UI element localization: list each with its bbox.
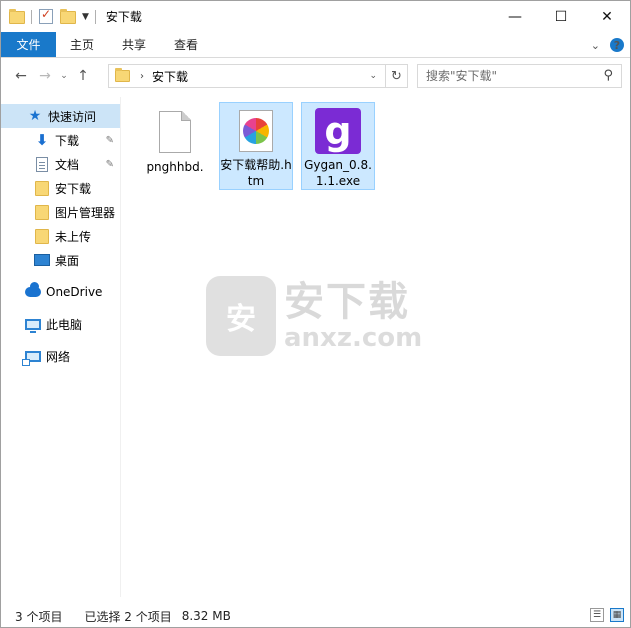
sidebar-item-label: 未上传 xyxy=(55,229,92,244)
ribbon-right-controls: ⌄ ? xyxy=(591,32,624,58)
quick-access-toolbar: ▼ 安下载 xyxy=(1,1,142,32)
folder-icon[interactable] xyxy=(9,8,25,25)
file-item-gygan-exe[interactable]: g Gygan_0.8.1.1.exe xyxy=(301,102,375,190)
sidebar-item-label: 文档 xyxy=(55,157,80,172)
sidebar-item-anxiazai[interactable]: 安下载 xyxy=(1,176,120,200)
sidebar-item-downloads[interactable]: ⬇ 下载 ✎ xyxy=(1,128,120,152)
pin-icon[interactable]: ✎ xyxy=(106,159,114,170)
sidebar-item-label: OneDrive xyxy=(46,285,103,299)
window-controls: — ☐ ✕ xyxy=(492,1,630,32)
large-icons-view-icon[interactable]: ▦ xyxy=(610,608,624,622)
address-bar[interactable]: › 安下载 ⌄ xyxy=(108,64,408,88)
navigation-pane: ★ 快速访问 ⬇ 下载 ✎ 文档 ✎ 安下载 图片管理器 未上传 桌面 OneD… xyxy=(1,97,121,597)
item-count: 3 个项目 xyxy=(15,609,63,624)
pin-icon[interactable]: ✎ xyxy=(106,135,114,146)
sidebar-item-label: 图片管理器 xyxy=(55,205,116,220)
folder-icon xyxy=(115,68,130,82)
watermark-text: 安下载 anxz.com xyxy=(284,280,422,352)
help-icon[interactable]: ? xyxy=(610,38,624,52)
up-button[interactable]: ↑ xyxy=(71,64,95,88)
folder-icon xyxy=(34,180,50,196)
status-bar: 3 个项目 已选择 2 个项目 8.32 MB ☰ ▦ xyxy=(1,604,630,628)
sidebar-item-label: 快速访问 xyxy=(48,109,97,124)
desktop-icon xyxy=(34,252,50,268)
search-box[interactable]: ⚲ xyxy=(417,64,622,88)
toolbar-divider xyxy=(31,9,32,24)
maximize-button[interactable]: ☐ xyxy=(538,1,584,32)
tab-home[interactable]: 主页 xyxy=(56,32,108,57)
download-arrow-icon: ⬇ xyxy=(35,131,49,149)
file-name: 安下载帮助.htm xyxy=(220,158,292,188)
breadcrumb-current[interactable]: 安下载 xyxy=(152,68,188,85)
selected-size: 8.32 MB xyxy=(181,609,231,623)
back-button[interactable]: ← xyxy=(9,64,33,88)
watermark-cn: 安下载 xyxy=(284,279,410,325)
folder-icon xyxy=(34,204,50,220)
star-icon: ★ xyxy=(28,108,42,124)
gygan-exe-icon: g xyxy=(314,108,362,154)
sidebar-item-documents[interactable]: 文档 ✎ xyxy=(1,152,120,176)
expand-ribbon-chevron-icon[interactable]: ⌄ xyxy=(591,39,600,52)
customize-toolbar-dropdown-icon[interactable]: ▼ xyxy=(82,12,89,22)
view-switcher: ☰ ▦ xyxy=(590,608,624,622)
recent-locations-dropdown[interactable]: ⌄ xyxy=(57,64,71,88)
file-item-help-htm[interactable]: 安下载帮助.htm xyxy=(219,102,293,190)
address-row: ← → ⌄ ↑ › 安下载 ⌄ ↻ ⚲ xyxy=(1,59,630,93)
sidebar-item-not-uploaded[interactable]: 未上传 xyxy=(1,224,120,248)
file-name: Gygan_0.8.1.1.exe xyxy=(304,158,372,188)
toolbar-divider xyxy=(94,9,96,24)
sidebar-item-label: 下载 xyxy=(55,133,80,148)
sidebar-item-quick-access[interactable]: ★ 快速访问 xyxy=(1,104,120,128)
tab-view[interactable]: 查看 xyxy=(160,32,212,57)
sidebar-item-label: 桌面 xyxy=(55,253,80,268)
selected-count: 已选择 2 个项目 xyxy=(84,609,172,624)
breadcrumb-chevron-icon[interactable]: › xyxy=(140,71,144,82)
close-button[interactable]: ✕ xyxy=(584,1,630,32)
document-icon xyxy=(34,156,50,172)
explorer-window: ▼ 安下载 — ☐ ✕ 文件 主页 共享 查看 ⌄ ? ← → ⌄ ↑ › 安下… xyxy=(0,0,631,628)
sidebar-item-this-pc[interactable]: 此电脑 xyxy=(1,312,120,336)
search-input[interactable] xyxy=(426,69,596,83)
blank-file-icon xyxy=(151,108,199,156)
watermark-logo: 安 安下载 anxz.com xyxy=(206,271,436,361)
folder-icon xyxy=(34,228,50,244)
title-bar: ▼ 安下载 — ☐ ✕ xyxy=(1,1,630,32)
htm-pinwheel-icon xyxy=(232,108,280,154)
details-view-icon[interactable]: ☰ xyxy=(590,608,604,622)
refresh-button[interactable]: ↻ xyxy=(385,64,407,88)
search-icon[interactable]: ⚲ xyxy=(603,68,613,83)
sidebar-item-label: 安下载 xyxy=(55,181,92,196)
shield-icon: 安 xyxy=(206,276,276,356)
file-name: pnghhbd. xyxy=(146,160,204,174)
computer-icon xyxy=(25,316,41,333)
minimize-button[interactable]: — xyxy=(492,1,538,32)
sidebar-item-image-manager[interactable]: 图片管理器 xyxy=(1,200,120,224)
ribbon-tabs: 文件 主页 共享 查看 ⌄ ? xyxy=(1,32,630,58)
sidebar-item-label: 此电脑 xyxy=(46,317,83,332)
watermark-en: anxz.com xyxy=(284,323,423,353)
sidebar-item-onedrive[interactable]: OneDrive xyxy=(1,280,120,304)
forward-button[interactable]: → xyxy=(33,64,57,88)
new-folder-icon[interactable] xyxy=(60,8,76,25)
file-item-pnghhbd[interactable]: pnghhbd. xyxy=(138,102,212,190)
properties-check-icon[interactable] xyxy=(38,7,54,25)
sidebar-item-network[interactable]: 网络 xyxy=(1,344,120,368)
sidebar-item-label: 网络 xyxy=(46,349,71,364)
address-dropdown-icon[interactable]: ⌄ xyxy=(369,71,377,81)
tab-share[interactable]: 共享 xyxy=(108,32,160,57)
cloud-icon xyxy=(25,282,41,300)
network-icon xyxy=(22,348,41,366)
tab-file[interactable]: 文件 xyxy=(1,32,56,57)
sidebar-item-desktop[interactable]: 桌面 xyxy=(1,248,120,272)
window-title: 安下载 xyxy=(105,10,142,24)
